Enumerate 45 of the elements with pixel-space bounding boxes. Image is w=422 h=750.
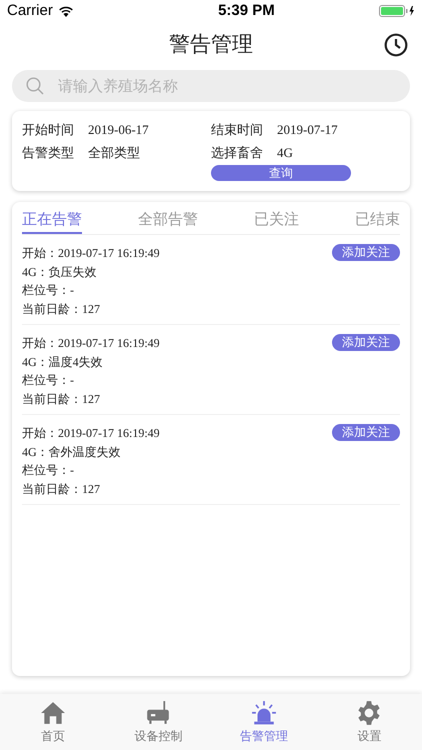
filter-label: 开始时间 xyxy=(22,120,74,139)
follow-button[interactable]: 添加关注 xyxy=(332,244,400,261)
filter-label: 选择畜舍 xyxy=(211,144,263,162)
follow-button[interactable]: 添加关注 xyxy=(332,334,400,351)
alert-detail: 开始：2019-07-17 16:19:49 xyxy=(22,425,160,442)
tab[interactable]: 已关注 xyxy=(254,208,299,234)
alert-detail: 栏位号：- xyxy=(22,372,75,389)
alert-detail: 4G：舍外温度失效 xyxy=(22,444,122,460)
tab-bar-item[interactable]: 设备控制 xyxy=(106,694,211,750)
filter-value[interactable]: 2019-07-17 xyxy=(277,120,338,140)
alert-detail: 4G：温度4失效 xyxy=(22,354,104,370)
tab-bar-item[interactable]: 首页 xyxy=(0,694,106,750)
history-button[interactable] xyxy=(384,33,408,57)
tab[interactable]: 全部告警 xyxy=(138,208,198,234)
alert-detail: 当前日龄：127 xyxy=(22,480,101,498)
home-icon xyxy=(40,700,66,726)
filter-value[interactable]: 全部类型 xyxy=(88,142,140,162)
filter-label: 结束时间 xyxy=(211,120,263,139)
follow-button[interactable]: 添加关注 xyxy=(332,424,400,441)
filter-value[interactable]: 2019-06-17 xyxy=(88,120,149,140)
filter-value[interactable]: 4G xyxy=(277,142,293,162)
clock-icon xyxy=(384,33,408,57)
clock-text: 5:39 PM xyxy=(218,0,275,21)
search-field[interactable]: 请输入养殖场名称 xyxy=(12,70,410,102)
tab-bar-item[interactable]: 告警管理 xyxy=(211,694,316,750)
tab-bar-item[interactable]: 设置 xyxy=(316,694,422,750)
search-icon xyxy=(26,77,44,95)
battery-icon xyxy=(378,5,415,17)
alert-detail: 开始：2019-07-17 16:19:49 xyxy=(22,245,160,262)
query-button[interactable]: 查询 xyxy=(211,165,351,181)
settings-icon xyxy=(356,700,382,726)
alert-detail: 开始：2019-07-17 16:19:49 xyxy=(22,335,160,352)
carrier-text: Carrier xyxy=(7,0,53,21)
alert-detail: 栏位号：- xyxy=(22,462,75,479)
alert-detail: 当前日龄：127 xyxy=(22,300,101,318)
filter-label: 告警类型 xyxy=(22,144,74,162)
page-title: 警告管理 xyxy=(169,32,253,58)
alert-detail: 当前日龄：127 xyxy=(22,390,101,408)
tab[interactable]: 正在告警 xyxy=(22,208,82,234)
alert-detail: 4G：负压失效 xyxy=(22,264,98,280)
wifi-icon xyxy=(58,5,74,17)
siren-icon xyxy=(250,700,277,726)
router-icon xyxy=(145,700,172,726)
tab[interactable]: 已结束 xyxy=(355,208,400,234)
alert-detail: 栏位号：- xyxy=(22,282,75,299)
